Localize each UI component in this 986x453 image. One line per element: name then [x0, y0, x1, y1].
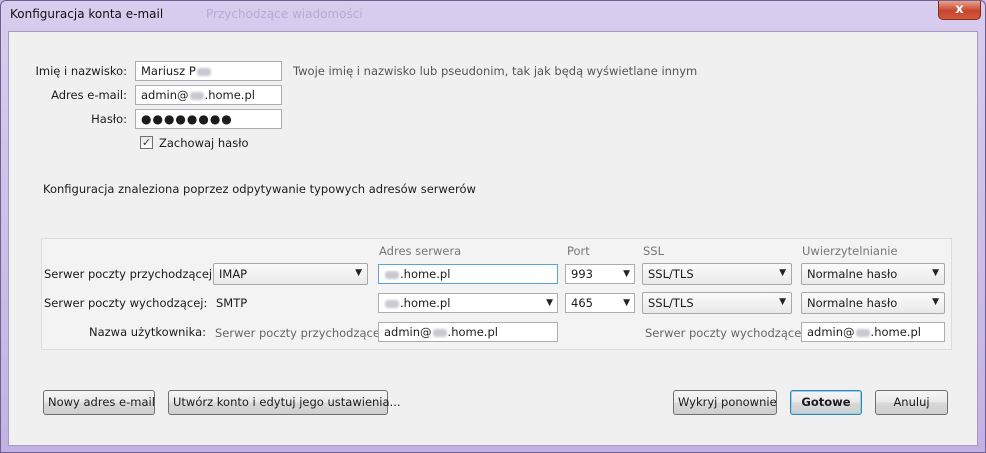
outgoing-ssl-value: SSL/TLS: [648, 296, 694, 310]
column-address: Adres serwera: [379, 244, 462, 258]
remember-password-label[interactable]: Zachowaj hasło: [159, 136, 249, 150]
done-button[interactable]: Gotowe: [790, 390, 862, 415]
outgoing-username-input[interactable]: admin@ .home.pl: [801, 322, 945, 342]
incoming-server-label: Serwer poczty przychodzącej:: [44, 267, 217, 281]
password-input[interactable]: ●●●●●●●●: [135, 109, 282, 129]
background-window-title: Przychodzące wiadomości: [206, 7, 363, 21]
chevron-down-icon: ▼: [779, 268, 786, 278]
redacted-mark: [196, 67, 211, 76]
outgoing-ssl-select[interactable]: SSL/TLS ▼: [642, 292, 792, 314]
column-auth: Uwierzytelnianie: [802, 244, 898, 258]
column-ssl: SSL: [643, 244, 665, 258]
chevron-down-icon: ▼: [546, 298, 553, 308]
name-hint: Twoje imię i nazwisko lub pseudonim, tak…: [293, 64, 698, 78]
email-suffix: .home.pl: [204, 88, 255, 102]
chevron-down-icon: ▼: [779, 297, 786, 307]
chevron-down-icon: ▼: [623, 269, 630, 279]
email-prefix: admin@: [141, 88, 189, 102]
dialog-content: Imię i nazwisko: Mariusz P Twoje imię i …: [8, 31, 978, 446]
outgoing-username-prefix: admin@: [807, 325, 855, 339]
redacted-mark: [385, 299, 399, 308]
outgoing-server-label: Serwer poczty wychodzącej:: [44, 296, 208, 310]
outgoing-auth-select[interactable]: Normalne hasło ▼: [801, 292, 945, 314]
dialog-window: Konfiguracja konta e-mail Przychodzące w…: [0, 0, 986, 453]
window-title: Konfiguracja konta e-mail: [10, 7, 164, 21]
chevron-down-icon: ▼: [355, 268, 362, 278]
remember-password-checkbox[interactable]: ✓: [140, 136, 153, 149]
incoming-username-suffix: .home.pl: [447, 325, 498, 339]
title-bar[interactable]: Konfiguracja konta e-mail Przychodzące w…: [1, 1, 985, 29]
incoming-username-input[interactable]: admin@ .home.pl: [378, 322, 558, 342]
password-mask: ●●●●●●●●: [141, 112, 233, 126]
create-and-edit-account-button[interactable]: Utwórz konto i edytuj jego ustawienia...: [168, 390, 401, 415]
email-input[interactable]: admin@ .home.pl: [135, 85, 282, 105]
column-port: Port: [567, 244, 590, 258]
password-label: Hasło:: [91, 112, 127, 126]
incoming-port-combo[interactable]: 993 ▼: [565, 264, 635, 284]
name-value: Mariusz P: [141, 64, 196, 78]
incoming-auth-value: Normalne hasło: [807, 267, 898, 281]
close-icon: x: [955, 2, 964, 17]
name-label: Imię i nazwisko:: [35, 64, 128, 78]
incoming-username-prefix: admin@: [384, 325, 432, 339]
chevron-down-icon: ▼: [932, 268, 939, 278]
redetect-button[interactable]: Wykryj ponownie: [673, 390, 777, 415]
outgoing-protocol: SMTP: [216, 296, 248, 310]
incoming-ssl-select[interactable]: SSL/TLS ▼: [642, 263, 792, 285]
incoming-host-input[interactable]: .home.pl: [378, 264, 558, 284]
redacted-mark: [189, 91, 204, 100]
new-email-button[interactable]: Nowy adres e-mail: [43, 390, 155, 415]
redacted-mark: [385, 270, 399, 279]
incoming-auth-select[interactable]: Normalne hasło ▼: [801, 263, 945, 285]
status-text: Konfiguracja znaleziona poprzez odpytywa…: [43, 182, 476, 196]
outgoing-port-value: 465: [571, 296, 593, 310]
username-outgoing-label: Serwer poczty wychodzącej:: [645, 326, 809, 340]
redacted-mark: [432, 328, 447, 337]
chevron-down-icon: ▼: [623, 298, 630, 308]
redacted-mark: [855, 328, 870, 337]
username-label: Nazwa użytkownika:: [89, 325, 206, 339]
incoming-protocol-value: IMAP: [219, 267, 248, 281]
outgoing-username-suffix: .home.pl: [870, 325, 921, 339]
server-settings-panel: Adres serwera Port SSL Uwierzytelnianie …: [41, 238, 952, 350]
username-incoming-label: Serwer poczty przychodzącej:: [215, 326, 388, 340]
outgoing-port-combo[interactable]: 465 ▼: [565, 293, 635, 313]
cancel-button[interactable]: Anuluj: [875, 390, 948, 415]
email-label: Adres e-mail:: [51, 88, 127, 102]
outgoing-host-suffix: .home.pl: [400, 296, 451, 310]
outgoing-host-combo[interactable]: .home.pl ▼: [378, 293, 558, 313]
incoming-ssl-value: SSL/TLS: [648, 267, 694, 281]
incoming-host-suffix: .home.pl: [400, 267, 451, 281]
incoming-port-value: 993: [571, 267, 593, 281]
chevron-down-icon: ▼: [932, 297, 939, 307]
incoming-protocol-select[interactable]: IMAP ▼: [213, 263, 368, 285]
outgoing-auth-value: Normalne hasło: [807, 296, 898, 310]
close-button[interactable]: x: [938, 1, 981, 20]
check-icon: ✓: [141, 136, 152, 149]
name-input[interactable]: Mariusz P: [135, 61, 282, 81]
